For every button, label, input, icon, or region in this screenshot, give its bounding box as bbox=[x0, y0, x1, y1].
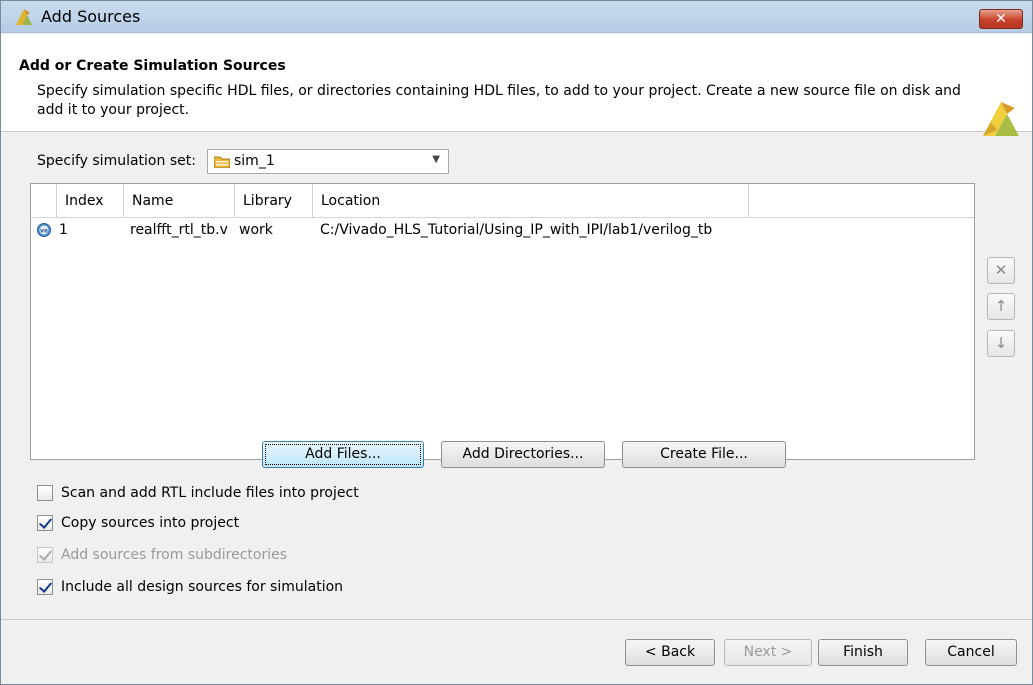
footer-divider bbox=[1, 619, 1032, 620]
sources-table[interactable]: Index Name Library Location ve 1 realfft… bbox=[30, 183, 975, 460]
chevron-down-icon: ▼ bbox=[432, 154, 440, 165]
remove-button[interactable]: ✕ bbox=[987, 257, 1015, 284]
column-header-library[interactable]: Library bbox=[235, 184, 313, 218]
copy-sources-label: Copy sources into project bbox=[61, 515, 240, 531]
verilog-file-icon: ve bbox=[37, 223, 51, 237]
arrow-down-icon: ↓ bbox=[994, 334, 1008, 352]
remove-icon: ✕ bbox=[994, 261, 1008, 279]
add-files-button[interactable]: Add Files... bbox=[262, 441, 424, 468]
add-directories-label: Add Directories... bbox=[462, 446, 584, 462]
window-title: Add Sources bbox=[41, 7, 141, 26]
simulation-set-label: Specify simulation set: bbox=[37, 153, 196, 169]
folder-icon bbox=[214, 156, 230, 168]
column-header-location[interactable]: Location bbox=[313, 184, 749, 218]
copy-sources-checkbox[interactable] bbox=[37, 515, 53, 531]
add-directories-button[interactable]: Add Directories... bbox=[441, 441, 605, 468]
close-icon: ✕ bbox=[995, 11, 1007, 27]
back-button[interactable]: < Back bbox=[625, 639, 715, 666]
add-sources-dialog: Add Sources ✕ Add or Create Simulation S… bbox=[0, 0, 1033, 685]
finish-label: Finish bbox=[843, 644, 883, 660]
column-header-name[interactable]: Name bbox=[124, 184, 235, 218]
cell-index: 1 bbox=[59, 222, 68, 238]
arrow-up-icon: ↑ bbox=[994, 297, 1008, 315]
table-header-icon-column bbox=[31, 184, 57, 218]
scan-rtl-include-checkbox[interactable] bbox=[37, 485, 53, 501]
cancel-label: Cancel bbox=[947, 644, 995, 660]
create-file-button[interactable]: Create File... bbox=[622, 441, 786, 468]
include-design-sources-label: Include all design sources for simulatio… bbox=[61, 579, 344, 595]
cell-location: C:/Vivado_HLS_Tutorial/Using_IP_with_IPI… bbox=[320, 222, 713, 238]
finish-button[interactable]: Finish bbox=[818, 639, 908, 666]
simulation-set-dropdown[interactable]: sim_1 ▼ bbox=[207, 149, 449, 174]
back-label: < Back bbox=[644, 644, 696, 660]
simulation-set-value: sim_1 bbox=[234, 153, 275, 169]
table-header: Index Name Library Location bbox=[31, 184, 974, 218]
vivado-app-icon bbox=[16, 9, 32, 25]
cancel-button[interactable]: Cancel bbox=[925, 639, 1017, 666]
wizard-header: Add or Create Simulation Sources Specify… bbox=[1, 34, 1032, 136]
cell-name: realfft_rtl_tb.v bbox=[130, 222, 228, 238]
scan-rtl-include-label: Scan and add RTL include files into proj… bbox=[61, 485, 359, 501]
close-button[interactable]: ✕ bbox=[979, 9, 1023, 29]
include-design-sources-checkbox[interactable] bbox=[37, 579, 53, 595]
add-subdirectories-label: Add sources from subdirectories bbox=[61, 547, 288, 563]
move-up-button[interactable]: ↑ bbox=[987, 293, 1015, 320]
cell-library: work bbox=[239, 222, 273, 238]
vivado-logo-icon bbox=[983, 102, 1019, 136]
svg-text:ve: ve bbox=[40, 228, 48, 235]
move-down-button[interactable]: ↓ bbox=[987, 330, 1015, 357]
add-subdirectories-checkbox bbox=[37, 547, 53, 563]
table-row[interactable]: ve 1 realfft_rtl_tb.v work C:/Vivado_HLS… bbox=[31, 219, 974, 241]
title-bar: Add Sources ✕ bbox=[1, 1, 1032, 33]
next-label: Next > bbox=[743, 644, 793, 660]
page-description: Specify simulation specific HDL files, o… bbox=[37, 83, 961, 118]
focus-ring bbox=[265, 444, 421, 465]
next-button: Next > bbox=[724, 639, 812, 666]
page-title: Add or Create Simulation Sources bbox=[19, 58, 286, 74]
create-file-label: Create File... bbox=[660, 446, 748, 462]
column-header-index[interactable]: Index bbox=[57, 184, 124, 218]
